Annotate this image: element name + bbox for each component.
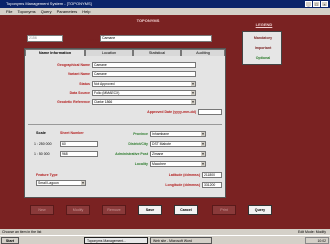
locality-label: Locality <box>134 162 148 166</box>
longitude-label: Longitude (ddmmss) <box>165 183 200 187</box>
tab-location[interactable]: Location <box>85 49 133 56</box>
scale-50k: 1 : 50 000 <box>34 152 50 156</box>
tab-auditing[interactable]: Auditing <box>181 49 225 56</box>
province-select[interactable]: Inhambane <box>150 131 206 137</box>
scale-250k: 1 : 250 000 <box>34 142 52 146</box>
sheet-number-header: Sheet Number <box>60 131 84 135</box>
data-source-select[interactable]: Folio (MMAECX) <box>92 90 196 96</box>
menu-file[interactable]: File <box>6 8 12 15</box>
legend-title: LEGEND <box>255 22 273 27</box>
section-divider <box>28 124 222 125</box>
modify-button[interactable]: Modify <box>66 205 90 215</box>
status-select[interactable]: Not Approved <box>92 81 196 87</box>
name-field[interactable]: Camane <box>100 35 212 42</box>
taskbar-item-toponyms[interactable]: Toponyms Management... <box>84 237 148 244</box>
admin-post-label: Administrative Post <box>115 152 148 156</box>
print-button[interactable]: Print <box>212 205 236 215</box>
latitude-label: Latitude (ddmmss) <box>168 173 200 177</box>
maximize-icon[interactable]: □ <box>313 1 320 7</box>
province-label: Province <box>133 132 148 136</box>
query-button[interactable]: Query <box>248 205 272 215</box>
new-button[interactable]: New <box>30 205 54 215</box>
feature-type-label: Feature Type <box>36 173 58 177</box>
latitude-field[interactable]: 211800 <box>202 172 222 178</box>
tab-name-information[interactable]: Name Information <box>25 49 85 56</box>
sheet-250k-field[interactable]: 60 <box>60 141 98 147</box>
id-label: ID <box>21 37 25 42</box>
status-message: Choose an item in the list <box>2 230 42 234</box>
minimize-icon[interactable]: _ <box>305 1 312 7</box>
window-title: Toponyms Management System - [TOPONYMS] <box>6 1 92 6</box>
taskbar: Start Toponyms Management... Web site - … <box>0 235 330 244</box>
geodetic-reference-label: Geodetic Reference <box>57 100 90 104</box>
id-field[interactable]: 2156 <box>27 35 63 42</box>
approved-date-field[interactable] <box>198 109 222 115</box>
window-titlebar: Toponyms Management System - [TOPONYMS] … <box>0 0 330 8</box>
sheet-50k-field[interactable]: 968 <box>60 151 98 157</box>
geo-name-field[interactable]: Camane <box>92 62 196 68</box>
feature-type-select[interactable]: Small Lagoon <box>36 180 86 186</box>
system-clock: 10:02 <box>305 237 329 244</box>
locality-select[interactable]: Macohee <box>150 161 206 167</box>
cancel-button[interactable]: Cancel <box>174 205 198 215</box>
district-label: District/City <box>128 142 148 146</box>
close-icon[interactable]: × <box>321 1 328 7</box>
variant-name-label: Variant Name <box>67 72 90 76</box>
data-source-label: Data Source <box>69 91 90 95</box>
tab-statistical[interactable]: Statistical <box>133 49 181 56</box>
scale-header: Scale <box>36 131 46 135</box>
legend-optional: Optional <box>255 56 271 60</box>
longitude-field[interactable]: 331200 <box>202 182 222 188</box>
page-title: TOPONYMS <box>136 18 160 23</box>
name-label: Name <box>88 37 99 42</box>
menu-toponyms[interactable]: Toponyms <box>17 8 35 15</box>
legend-box: Mandatory Important Optional <box>242 31 282 65</box>
save-button[interactable]: Save <box>138 205 162 215</box>
geo-name-label: Geographical Name <box>57 63 90 67</box>
approved-date-label: Approved Date (yyyy-mm-dd) <box>147 110 196 114</box>
district-select[interactable]: DST Mabote <box>150 141 206 147</box>
taskbar-item-word[interactable]: Web site - Microsoft Word <box>150 237 212 244</box>
geodetic-reference-select[interactable]: Clarke 1866 <box>92 99 196 105</box>
legend-important: Important <box>254 46 272 50</box>
status-label: Status <box>79 82 90 86</box>
menu-query[interactable]: Query <box>41 8 52 15</box>
menu-help[interactable]: Help <box>82 8 90 15</box>
menu-parameters[interactable]: Parameters <box>57 8 78 15</box>
admin-post-select[interactable]: Zimane <box>150 151 206 157</box>
legend-mandatory: Mandatory <box>253 36 273 40</box>
variant-name-field[interactable]: Camane <box>92 71 196 77</box>
menu-bar: File Toponyms Query Parameters Help <box>0 8 330 15</box>
start-button[interactable]: Start <box>1 237 19 244</box>
remove-button[interactable]: Remove <box>102 205 126 215</box>
